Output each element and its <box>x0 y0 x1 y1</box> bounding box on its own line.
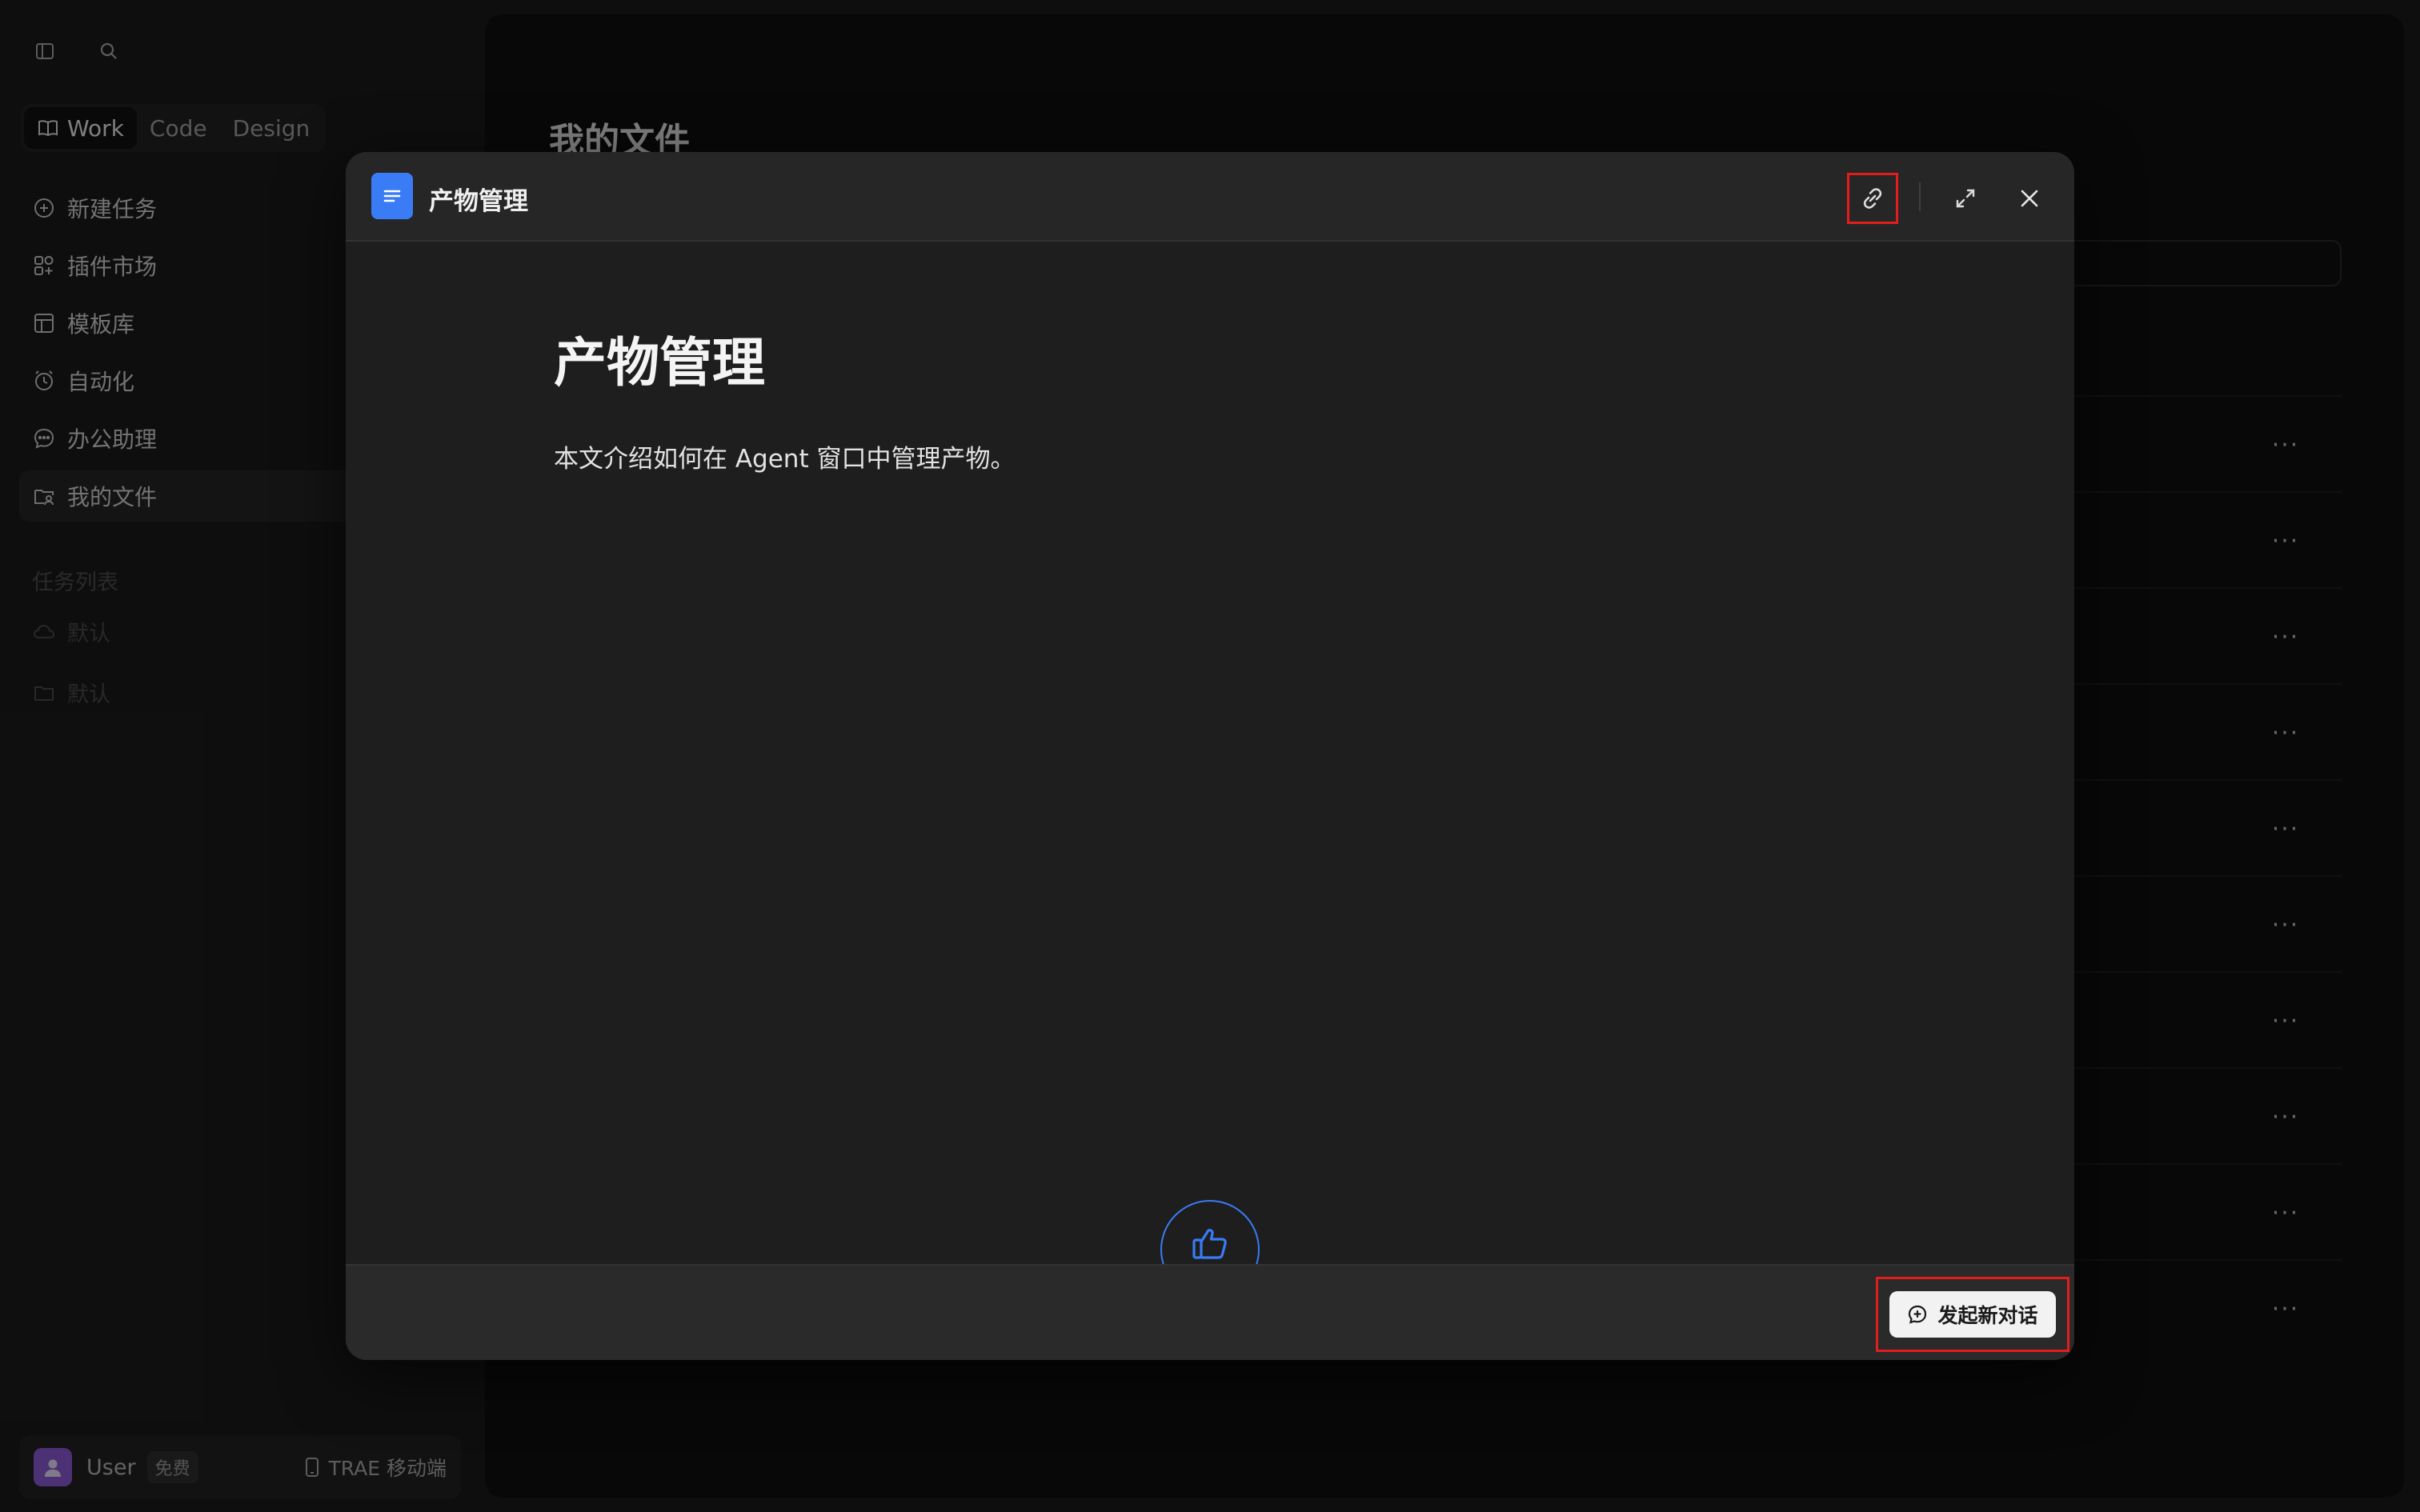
copy-link-button[interactable] <box>1847 173 1898 224</box>
chat-plus-icon <box>1909 1305 1927 1324</box>
document-heading: 产物管理 <box>554 332 765 394</box>
document-preview-modal: 产物管理 产物管理 本文介绍如何在 Agent 窗口中管理产物。 发起新对话 <box>346 152 2074 1360</box>
thumbs-up-icon <box>1192 1229 1227 1259</box>
header-divider <box>1919 182 1921 211</box>
new-chat-highlight: 发起新对话 <box>1876 1277 2069 1352</box>
close-button[interactable] <box>2004 173 2055 224</box>
modal-title: 产物管理 <box>429 187 528 216</box>
app-window: Work Code Design 新建任务 插件市场 模板库 自动化 办公助理 … <box>0 0 2420 1512</box>
expand-icon <box>1956 189 1975 208</box>
new-chat-label: 发起新对话 <box>1937 1304 2038 1327</box>
modal-footer: 发起新对话 <box>346 1264 2074 1360</box>
document-icon <box>371 173 413 219</box>
expand-button[interactable] <box>1940 173 1991 224</box>
document-content: 产物管理 本文介绍如何在 Agent 窗口中管理产物。 <box>346 243 2074 1270</box>
modal-header: 产物管理 <box>346 152 2074 242</box>
close-icon <box>2021 190 2038 207</box>
new-chat-button[interactable]: 发起新对话 <box>1889 1291 2056 1338</box>
link-icon <box>1863 188 1882 209</box>
document-paragraph: 本文介绍如何在 Agent 窗口中管理产物。 <box>554 445 1016 474</box>
